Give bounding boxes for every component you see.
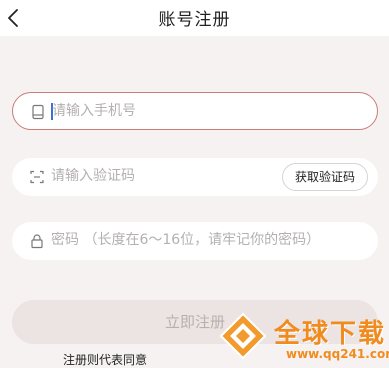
top-bar: 账号注册 [0, 0, 389, 36]
watermark-url: www.qq241.com [286, 347, 389, 361]
watermark-logo-icon [218, 311, 268, 361]
phone-icon [30, 104, 46, 120]
code-input[interactable]: 请输入验证码 [51, 158, 135, 194]
phone-input[interactable]: 请输入手机号 [52, 93, 136, 129]
password-field[interactable]: 密码 （长度在6～16位，请牢记你的密码） [12, 222, 378, 260]
get-code-button[interactable]: 获取验证码 [282, 163, 368, 191]
password-input[interactable]: 密码 （长度在6～16位，请牢记你的密码） [51, 222, 320, 258]
verification-code-icon [29, 169, 45, 185]
phone-field[interactable]: 请输入手机号 [12, 92, 378, 130]
watermark: 全球下载 www.qq241.com [210, 305, 389, 366]
watermark-name: 全球下载 [274, 319, 387, 349]
agreement-text: 注册则代表同意 [63, 353, 148, 367]
lock-icon [29, 233, 45, 249]
page-title: 账号注册 [158, 10, 231, 30]
code-field[interactable]: 请输入验证码 获取验证码 [12, 158, 378, 196]
